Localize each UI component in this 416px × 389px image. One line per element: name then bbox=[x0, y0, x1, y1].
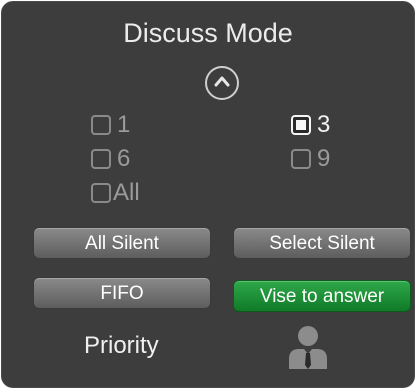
collapse-button[interactable] bbox=[205, 66, 239, 100]
fifo-button[interactable]: FIFO bbox=[33, 277, 211, 309]
panel-title: Discuss Mode bbox=[123, 18, 293, 48]
checkbox-label: 3 bbox=[317, 111, 331, 138]
chevron-up-icon bbox=[214, 74, 230, 92]
priority-label: Priority bbox=[84, 332, 159, 359]
checkbox-box[interactable] bbox=[91, 115, 111, 135]
checkbox-9[interactable]: 9 bbox=[291, 146, 330, 172]
checkbox-box-checked[interactable] bbox=[291, 115, 311, 135]
checkbox-label: All bbox=[113, 179, 140, 206]
presenter-icon bbox=[286, 323, 330, 371]
checkbox-box[interactable] bbox=[91, 149, 111, 169]
checkbox-label: 1 bbox=[117, 111, 131, 138]
checkbox-label: 9 bbox=[317, 145, 331, 172]
vise-to-answer-button[interactable]: Vise to answer bbox=[233, 280, 411, 312]
checkbox-label: 6 bbox=[117, 145, 131, 172]
select-silent-button[interactable]: Select Silent bbox=[233, 227, 411, 259]
checkbox-box[interactable] bbox=[291, 149, 311, 169]
all-silent-button[interactable]: All Silent bbox=[33, 227, 211, 259]
checkbox-all[interactable]: All bbox=[91, 180, 140, 206]
checkbox-1[interactable]: 1 bbox=[91, 112, 130, 138]
checkbox-6[interactable]: 6 bbox=[91, 146, 130, 172]
checkbox-3[interactable]: 3 bbox=[291, 112, 330, 138]
checkbox-box[interactable] bbox=[91, 183, 111, 203]
discuss-mode-panel: Discuss Mode 1 3 6 9 All All Silent Sele… bbox=[1, 1, 415, 388]
